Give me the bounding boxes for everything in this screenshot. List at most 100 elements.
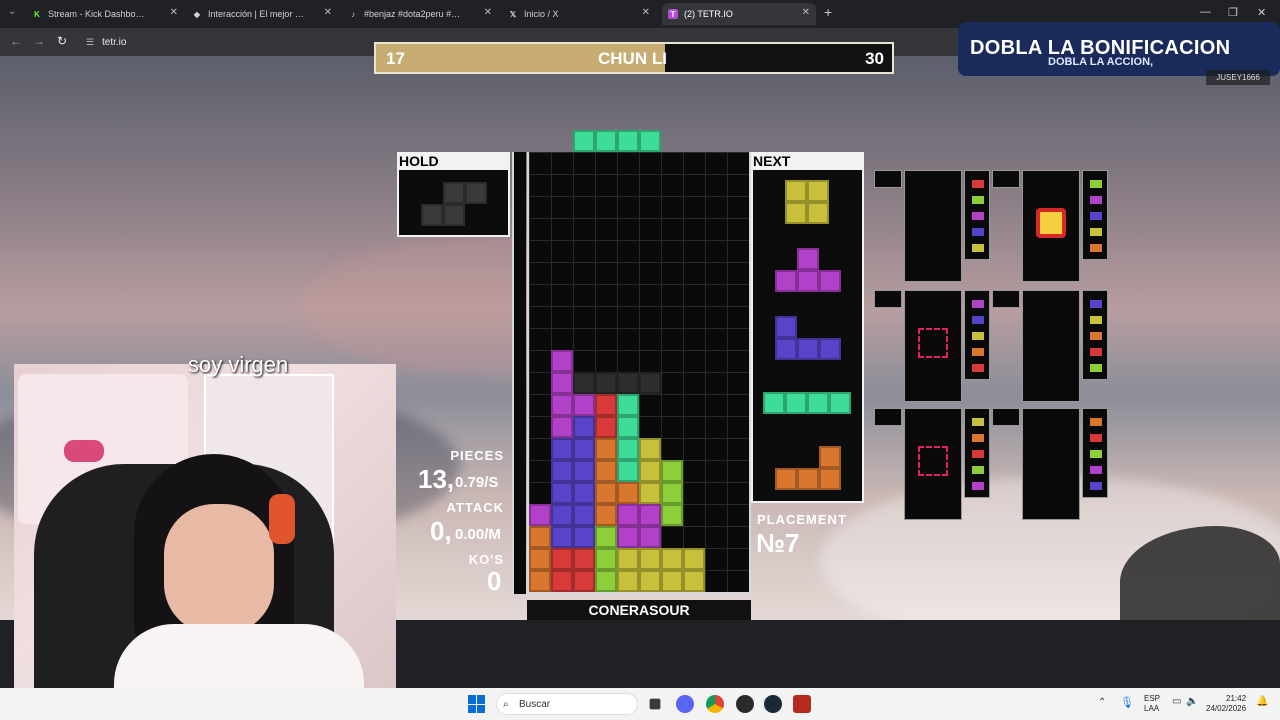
- tab-x[interactable]: 𝕏 Inicio / X ✕: [502, 3, 656, 25]
- back-icon[interactable]: ←: [10, 34, 22, 48]
- tab-tetrio[interactable]: T (2) TETR.IO ✕: [662, 3, 816, 25]
- minimize-icon[interactable]: —: [1200, 6, 1211, 18]
- board-cell: [639, 504, 661, 526]
- obs-icon[interactable]: [736, 695, 754, 713]
- board-cell: [595, 570, 617, 592]
- board-cell: [617, 372, 639, 394]
- opponent-next-cell: [1090, 450, 1102, 458]
- opponent-board: [1022, 408, 1080, 520]
- board-cell: [661, 482, 683, 504]
- hold-piece-cell: [421, 204, 443, 226]
- tab-search-icon[interactable]: ⌄: [8, 6, 16, 17]
- next-piece-cell: [829, 392, 851, 414]
- opponent-hold: [874, 290, 902, 308]
- attack-label: ATTACK: [446, 500, 504, 515]
- close-tab-icon[interactable]: ✕: [324, 7, 332, 18]
- windows-start-icon[interactable]: [468, 695, 486, 713]
- hold-label: HOLD: [397, 152, 510, 170]
- board-cell: [617, 438, 639, 460]
- opponent-next-cell: [972, 450, 984, 458]
- board-cell: [573, 526, 595, 548]
- opponent-next-cell: [1090, 418, 1102, 426]
- chrome-icon[interactable]: [706, 695, 724, 713]
- opponent-next-cell: [972, 434, 984, 442]
- notification-icon[interactable]: 🔔: [1256, 696, 1268, 707]
- taskbar-search-input[interactable]: ⌕ Buscar: [496, 693, 638, 715]
- active-piece-cell: [617, 130, 639, 152]
- opponent-next-cell: [1090, 434, 1102, 442]
- player-name: CONERASOUR: [527, 600, 751, 620]
- close-tab-icon[interactable]: ✕: [642, 7, 650, 18]
- board-cell: [595, 416, 617, 438]
- board-cell: [595, 438, 617, 460]
- pieces-rate: 0.79/S: [455, 474, 499, 491]
- network-icon[interactable]: ▭: [1172, 696, 1181, 707]
- opponent-next-cell: [1090, 316, 1102, 324]
- pieces-value: 13,: [418, 464, 455, 494]
- attack-value: 0,: [430, 516, 452, 546]
- next-piece-cell: [775, 338, 797, 360]
- close-tab-icon[interactable]: ✕: [484, 7, 492, 18]
- board-cell: [529, 504, 551, 526]
- board-cell: [551, 482, 573, 504]
- next-queue: [751, 170, 864, 503]
- tab-tiktok[interactable]: ♪ #benjaz #dota2peru #matthew ✕: [342, 3, 498, 25]
- language-indicator[interactable]: ESP LAA: [1144, 694, 1160, 714]
- next-piece-cell: [797, 248, 819, 270]
- tab-kick[interactable]: K Stream - Kick Dashboard ✕: [26, 3, 184, 25]
- board-cell: [573, 460, 595, 482]
- close-tab-icon[interactable]: ✕: [802, 7, 810, 18]
- board-cell: [683, 570, 705, 592]
- dota2-icon[interactable]: [793, 695, 811, 713]
- headphones: [269, 494, 295, 544]
- next-piece-cell: [797, 338, 819, 360]
- discord-icon[interactable]: [676, 695, 694, 713]
- tab-interaccion[interactable]: ◆ Interacción | El mejor softw ✕: [186, 3, 338, 25]
- close-window-icon[interactable]: ✕: [1257, 6, 1266, 19]
- board-cell: [573, 482, 595, 504]
- vs-opponent-name: CHUN LI: [598, 49, 667, 68]
- microphone-icon[interactable]: 🎙: [1120, 696, 1134, 709]
- board-cell: [551, 394, 573, 416]
- board-cell: [595, 504, 617, 526]
- close-tab-icon[interactable]: ✕: [170, 7, 178, 18]
- board-cell: [617, 504, 639, 526]
- opponent-next-cell: [972, 180, 984, 188]
- board-cell: [617, 548, 639, 570]
- hold-piece-cell: [465, 182, 487, 204]
- next-piece-cell: [797, 270, 819, 292]
- person-face: [164, 504, 274, 634]
- new-tab-icon[interactable]: +: [824, 4, 832, 20]
- hold-piece-cell: [443, 182, 465, 204]
- hold-piece-cell: [443, 204, 465, 226]
- board-cell: [617, 526, 639, 548]
- reload-icon[interactable]: ↻: [57, 34, 67, 48]
- volume-icon[interactable]: 🔈: [1186, 696, 1198, 707]
- board-cell: [529, 526, 551, 548]
- site-info-icon[interactable]: ☰: [86, 37, 94, 48]
- next-piece-cell: [807, 202, 829, 224]
- tetrio-icon: T: [668, 9, 678, 19]
- board-cell: [573, 394, 595, 416]
- board-cell: [573, 416, 595, 438]
- forward-icon[interactable]: →: [33, 34, 45, 48]
- tray-overflow-icon[interactable]: ⌃: [1098, 697, 1106, 708]
- next-piece-cell: [775, 468, 797, 490]
- board-cell: [661, 504, 683, 526]
- file-explorer-icon[interactable]: [649, 698, 661, 710]
- steam-icon[interactable]: [764, 695, 782, 713]
- maximize-icon[interactable]: ❐: [1228, 6, 1238, 19]
- board-cell: [617, 482, 639, 504]
- tiktok-icon: ♪: [351, 9, 355, 19]
- attack-target-icon: [1036, 208, 1066, 238]
- opponent-next-cell: [1090, 482, 1102, 490]
- next-piece-cell: [819, 338, 841, 360]
- board-cell: [573, 548, 595, 570]
- board-cell: [639, 460, 661, 482]
- opponent-next-cell: [1090, 466, 1102, 474]
- bonus-banner: DOBLA LA BONIFICACION DOBLA LA ACCION,: [958, 22, 1280, 76]
- board-cell: [573, 570, 595, 592]
- opponent-next-cell: [1090, 364, 1102, 372]
- taskbar-clock[interactable]: 21:42 24/02/2026: [1206, 694, 1246, 714]
- board-cell: [595, 526, 617, 548]
